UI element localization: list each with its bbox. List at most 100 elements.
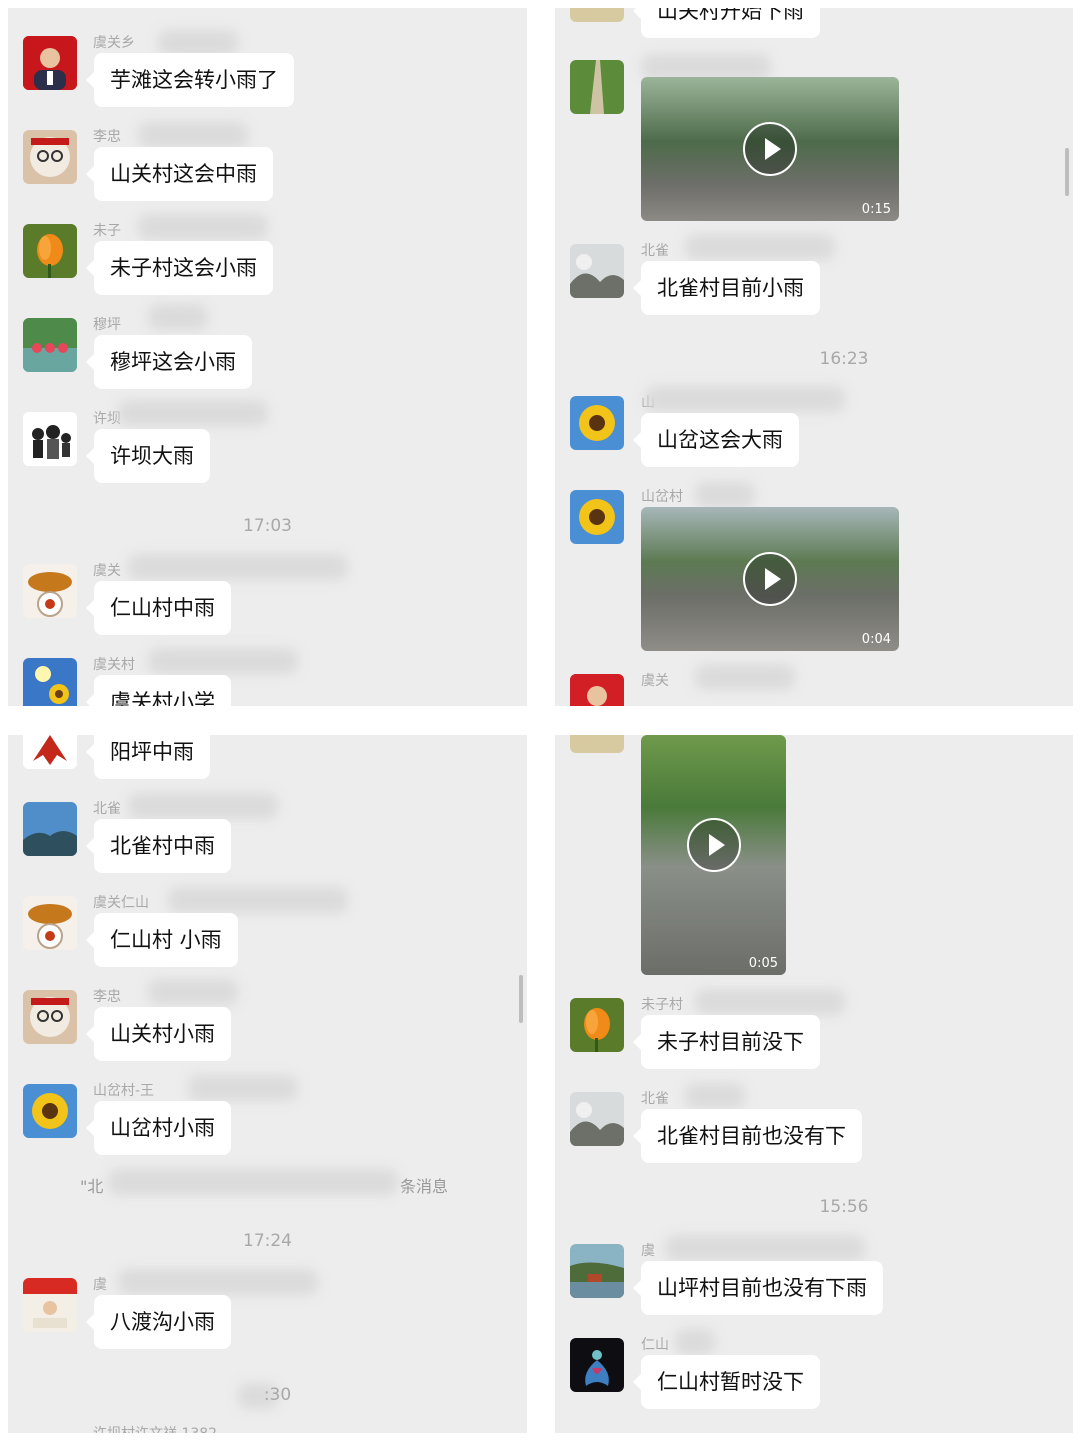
tulip-avatar-icon[interactable] <box>23 224 77 278</box>
video-thumbnail[interactable]: 0:15 <box>641 77 899 221</box>
redacted-sender <box>685 234 835 260</box>
message-bubble[interactable]: 八渡沟小雨 <box>86 1295 231 1349</box>
sender-name: 北雀 <box>93 801 121 817</box>
maple-avatar-icon[interactable] <box>23 735 77 769</box>
lotus-avatar-icon[interactable] <box>23 318 77 372</box>
tulip-avatar-icon[interactable] <box>570 998 624 1052</box>
sender-name: 虞关 <box>93 563 121 579</box>
sender-name: 虞关乡 <box>93 35 135 51</box>
redacted-sender <box>188 1075 298 1101</box>
sunflower-avatar-icon[interactable] <box>23 1084 77 1138</box>
message-bubble[interactable]: 山关村这会中雨 <box>86 147 273 201</box>
sender-name: 北雀 <box>641 243 669 259</box>
timestamp: 17:03 <box>243 516 292 536</box>
message-bubble[interactable]: 北雀村目前小雨 <box>633 261 820 315</box>
avatar-partial[interactable] <box>570 735 624 753</box>
video-duration: 0:04 <box>861 632 891 647</box>
redacted-sender <box>695 664 795 690</box>
timestamp: 15:56 <box>819 1197 869 1217</box>
video-thumbnail[interactable]: 0:04 <box>641 507 899 651</box>
sunflower-avatar-icon[interactable] <box>570 490 624 544</box>
message-bubble[interactable]: 山岔村小雨 <box>86 1101 231 1155</box>
video-thumbnail[interactable]: 0:05 <box>641 735 786 975</box>
message-bubble[interactable]: 仁山村中雨 <box>86 581 231 635</box>
snowy-tree-avatar-icon[interactable] <box>570 1092 624 1146</box>
scrollbar[interactable] <box>1065 148 1069 196</box>
sender-name: 虞关仁山 <box>93 895 149 911</box>
redacted-sender <box>118 400 268 426</box>
avatar-partial[interactable] <box>570 8 624 22</box>
redacted-sender <box>168 887 348 913</box>
timestamp-partial: :30 <box>263 1385 292 1405</box>
timestamp: 16:23 <box>819 349 869 369</box>
sender-name: 仁山 <box>641 1337 669 1353</box>
message-bubble[interactable]: 仁山村 小雨 <box>86 913 238 967</box>
redacted-notice <box>108 1169 398 1195</box>
redacted-sender <box>148 648 298 674</box>
sender-name: 穆坪 <box>93 317 121 333</box>
message-bubble[interactable]: 芋滩这会转小雨了 <box>86 53 294 107</box>
chat-panel-top-right[interactable]: 山关村开始下雨 0:15 北雀 北雀村目前小雨 16:23 山 山岔这会大雨 山… <box>555 8 1073 706</box>
cartoon-family-avatar-icon[interactable] <box>23 412 77 466</box>
message-bubble[interactable]: 山坪村目前也没有下雨 <box>633 1261 883 1315</box>
redacted-sender <box>665 1235 865 1261</box>
bear-avatar-icon[interactable] <box>23 130 77 184</box>
system-notice-suffix: 条消息 <box>400 1177 449 1196</box>
sender-name: 山岔村-王 <box>93 1083 155 1099</box>
chat-panel-bottom-left[interactable]: 阳坪中雨 北雀 北雀村中雨 虞关仁山 仁山村 小雨 李忠 山关村小雨 山岔村-王… <box>8 735 527 1433</box>
play-icon[interactable] <box>743 122 797 176</box>
redacted-sender <box>128 554 348 580</box>
portrait-avatar-icon[interactable] <box>23 36 77 90</box>
dancer-avatar-icon[interactable] <box>570 1338 624 1392</box>
message-bubble[interactable]: 山岔这会大雨 <box>633 413 799 467</box>
trail-avatar-icon[interactable] <box>570 60 624 114</box>
redacted-sender <box>148 304 208 330</box>
message-bubble[interactable]: 北雀村中雨 <box>86 819 231 873</box>
portrait-avatar-icon[interactable] <box>570 674 624 706</box>
sunflower-sky-avatar-icon[interactable] <box>23 658 77 706</box>
play-icon[interactable] <box>743 552 797 606</box>
message-bubble[interactable]: 山关村开始下雨 <box>633 8 820 38</box>
video-duration: 0:05 <box>748 956 778 971</box>
chat-panel-top-left[interactable]: 虞关乡 芋滩这会转小雨了 李忠 山关村这会中雨 未子 未子村这会小雨 穆坪 穆坪… <box>8 8 527 706</box>
redacted-sender <box>675 1329 715 1355</box>
redacted-sender <box>128 793 278 819</box>
sunflower-avatar-icon[interactable] <box>570 396 624 450</box>
redacted-sender <box>645 386 845 412</box>
system-notice-prefix: "北 <box>80 1177 104 1196</box>
sender-name: 虞 <box>93 1277 107 1293</box>
message-bubble[interactable]: 仁山村暂时没下 <box>633 1355 820 1409</box>
river-avatar-icon[interactable] <box>570 1244 624 1298</box>
sender-name: 许坝 <box>93 411 121 427</box>
message-bubble[interactable]: 未子村这会小雨 <box>86 241 273 295</box>
sender-name: 未子村 <box>641 997 683 1013</box>
message-bubble[interactable]: 阳坪中雨 <box>86 735 210 779</box>
scrollbar[interactable] <box>519 975 523 1023</box>
bear-avatar-icon[interactable] <box>23 990 77 1044</box>
sender-name: 虞关 <box>641 673 669 689</box>
video-duration: 0:15 <box>861 202 891 217</box>
message-bubble[interactable]: 许坝大雨 <box>86 429 210 483</box>
sender-name: 未子 <box>93 223 121 239</box>
message-bubble[interactable]: 北雀村目前也没有下 <box>633 1109 862 1163</box>
timestamp: 17:24 <box>243 1231 292 1251</box>
play-icon[interactable] <box>686 818 741 873</box>
chat-panel-bottom-right[interactable]: 0:05 未子村 未子村目前没下 北雀 北雀村目前也没有下 15:56 虞 山坪… <box>555 735 1073 1433</box>
redacted-sender <box>138 122 248 148</box>
redacted-sender <box>695 989 845 1015</box>
food-avatar-icon[interactable] <box>23 564 77 618</box>
snowy-tree-avatar-icon[interactable] <box>570 244 624 298</box>
sender-name: 山岔村 <box>641 489 683 505</box>
food-avatar-icon[interactable] <box>23 896 77 950</box>
office-avatar-icon[interactable] <box>23 1278 77 1332</box>
redacted-sender <box>685 1083 745 1109</box>
message-bubble[interactable]: 山关村小雨 <box>86 1007 231 1061</box>
sender-name: 虞关村 <box>93 657 135 673</box>
sender-name-partial: 许坝村许文祥 1382 <box>93 1423 217 1433</box>
mountain-avatar-icon[interactable] <box>23 802 77 856</box>
message-bubble[interactable]: 虞关村小学 <box>86 675 231 706</box>
message-bubble[interactable]: 未子村目前没下 <box>633 1015 820 1069</box>
message-bubble[interactable]: 穆坪这会小雨 <box>86 335 252 389</box>
sender-name: 北雀 <box>641 1091 669 1107</box>
redacted-sender <box>118 1269 318 1295</box>
